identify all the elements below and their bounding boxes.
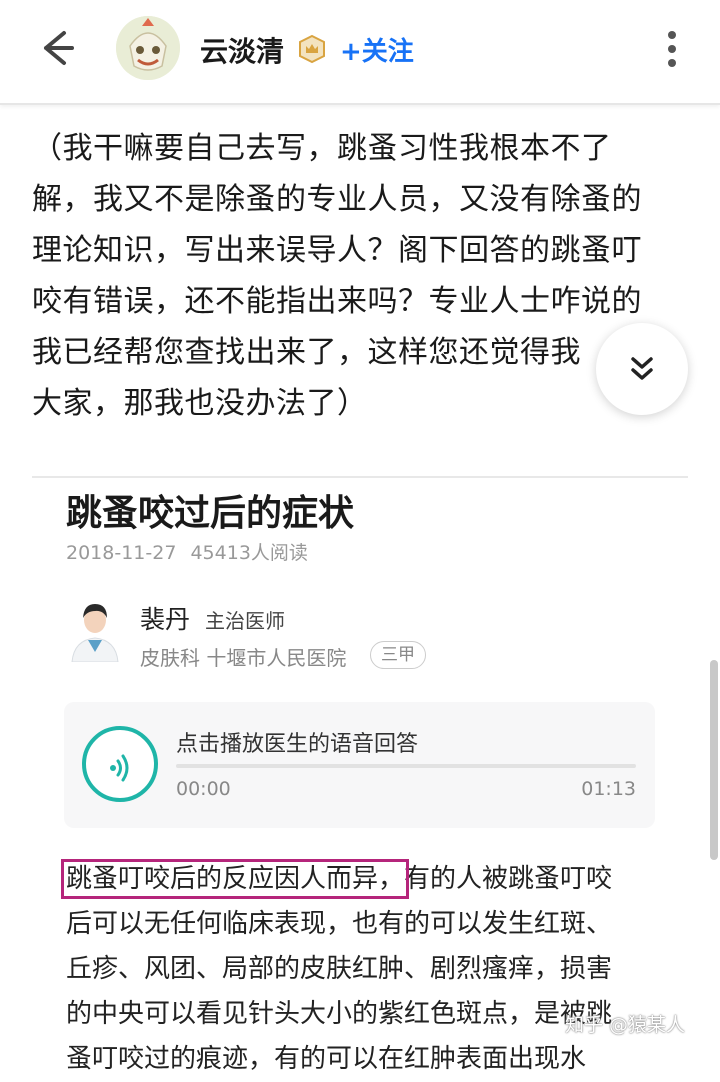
doctor-name: 裴丹 [140,605,191,634]
article-title: 跳蚤咬过后的症状 [66,493,355,534]
answer-intro-text: （我干嘛要自己去写，跳蚤习性我根本不了 解，我又不是除蚤的专业人员，又没有除蚤的… [32,123,687,429]
audio-play-button[interactable] [82,726,158,802]
intro-line: 咬有错误，还不能指出来吗？专业人士咋说的 [32,284,642,319]
article-body: 跳蚤叮咬后的反应因人而异，有的人被跳蚤叮咬 后可以无任何临床表现，也有的可以发生… [60,857,666,1082]
top-bar: 云淡清 +关注 [0,0,720,105]
watermark: 知乎 @猿某人 [565,1014,686,1036]
audio-label: 点击播放医生的语音回答 [176,732,419,757]
hospital-level-badge: 三甲 [370,641,426,669]
body-line: 蚤叮咬过的痕迹，有的可以在红肿表面出现水 [66,1044,587,1074]
intro-line: 大家，那我也没办法了） [32,386,368,421]
audio-player[interactable]: 点击播放医生的语音回答 00:00 01:13 [64,702,655,828]
intro-line: 我已经帮您查找出来了，这样您还觉得我 [32,335,581,370]
follow-button[interactable]: +关注 [340,31,414,68]
article-reads: 45413人阅读 [190,542,308,564]
highlighted-sentence: 跳蚤叮咬后的反应因人而异， [60,859,410,899]
intro-line: （我干嘛要自己去写，跳蚤习性我根本不了 [32,131,612,166]
more-vertical-icon[interactable] [660,28,684,72]
body-line: 丘疹、风团、局部的皮肤红肿、剧烈瘙痒，损害 [66,954,613,984]
intro-line: 解，我又不是除蚤的专业人员，又没有除蚤的 [32,182,642,217]
scroll-down-button[interactable] [596,323,688,415]
article-meta: 2018-11-27 45413人阅读 [66,538,308,565]
body-line-rest: 有的人被跳蚤叮咬 [404,864,613,894]
intro-line: 理论知识，写出来误导人？阁下回答的跳蚤叮 [32,233,642,268]
author-name[interactable]: 云淡清 [200,30,284,70]
chevrons-down-icon [631,357,653,380]
audio-time-total: 01:13 [581,778,636,800]
audio-progress-track[interactable] [176,764,636,768]
body-line: 跳蚤叮咬后的反应因人而异，有的人被跳蚤叮咬 [60,857,666,902]
body-line: 后可以无任何临床表现，也有的可以发生红斑、 [66,909,613,939]
article-date: 2018-11-27 [66,542,177,564]
scrollbar-thumb[interactable] [710,660,718,860]
author-avatar[interactable] [116,16,180,80]
crown-badge-icon [297,34,327,64]
section-divider [32,476,688,478]
sound-wave-icon [110,754,129,782]
doctor-department: 皮肤科 十堰市人民医院 [140,646,347,670]
back-arrow-icon[interactable] [34,26,78,70]
audio-time-current: 00:00 [176,778,231,800]
doctor-avatar [66,600,124,663]
doctor-title: 主治医师 [205,609,285,633]
